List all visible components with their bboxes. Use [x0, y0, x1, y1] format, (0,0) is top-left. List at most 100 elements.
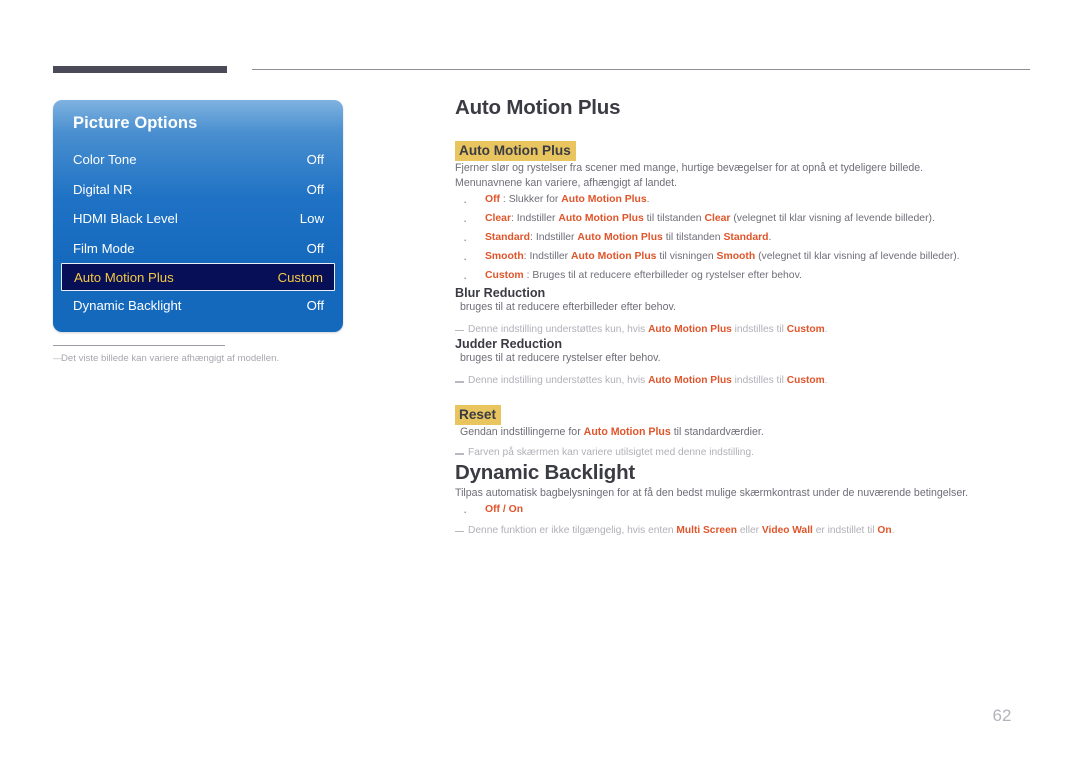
- note-emphasis-2: Custom: [786, 375, 825, 387]
- highlighted-setting-auto-motion-plus: Auto Motion Plus: [455, 140, 576, 161]
- note-text-c: er indstillet til: [812, 524, 878, 536]
- highlighted-setting-reset: Reset: [455, 405, 502, 426]
- amp-intro-line-2: Menunavnene kan variere, afhængigt af la…: [455, 176, 678, 189]
- osd-panel-title: Picture Options: [73, 114, 198, 132]
- option-sep: :: [500, 193, 509, 205]
- osd-row-color-tone[interactable]: Color Tone Off: [53, 145, 343, 175]
- osd-row-value: Custom: [277, 269, 323, 285]
- section-title-dynamic-backlight: Dynamic Backlight: [455, 461, 636, 485]
- subsection-title-blur-reduction: Blur Reduction: [455, 285, 546, 300]
- note-emphasis-1: Auto Motion Plus: [648, 323, 732, 335]
- osd-row-value: Off: [306, 181, 324, 197]
- option-text-c: (velegnet til klar visning af levende bi…: [755, 250, 960, 262]
- reset-text-b: til standardværdier.: [670, 426, 764, 439]
- osd-row-digital-nr[interactable]: Digital NR Off: [53, 175, 343, 205]
- amp-option-list: Off : Slukker for Auto Motion Plus. Clea…: [455, 190, 1035, 290]
- osd-row-film-mode[interactable]: Film Mode Off: [53, 234, 343, 264]
- note-text-b: eller: [736, 524, 762, 536]
- osd-row-label: HDMI Black Level: [73, 211, 178, 227]
- option-emphasis-1: Auto Motion Plus: [577, 231, 663, 243]
- osd-caption-rule: [53, 345, 225, 346]
- osd-row-value: Low: [299, 211, 324, 227]
- content-column: Auto Motion Plus Auto Motion Plus Fjerne…: [455, 96, 1035, 539]
- judder-reduction-note: Denne indstilling understøttes kun, hvis…: [455, 374, 1035, 389]
- section-title-auto-motion-plus: Auto Motion Plus: [455, 96, 621, 119]
- reset-text-a: Gendan indstillingerne for: [460, 426, 584, 439]
- option-emphasis-2: Smooth: [716, 250, 756, 262]
- note-text-c: .: [824, 323, 828, 335]
- option-term: Custom: [485, 269, 524, 281]
- osd-row-value: Off: [306, 152, 324, 168]
- list-item: Clear: Indstiller Auto Motion Plus til t…: [455, 209, 1035, 233]
- note-text-b: indstilles til: [731, 323, 787, 335]
- osd-caption: ―Det viste billede kan variere afhængigt…: [53, 353, 279, 364]
- note-text-a: Denne indstilling understøttes kun, hvis: [468, 375, 649, 387]
- option-text-a: Indstiller: [516, 212, 559, 224]
- osd-row-label: Color Tone: [73, 152, 137, 168]
- blur-reduction-note: Denne indstilling understøttes kun, hvis…: [455, 323, 1035, 338]
- list-item: Off : Slukker for Auto Motion Plus.: [455, 190, 1035, 214]
- osd-row-auto-motion-plus[interactable]: Auto Motion Plus Custom: [61, 263, 335, 291]
- option-term: Off / On: [485, 503, 524, 515]
- note-emphasis-1: Multi Screen: [676, 524, 737, 536]
- option-text-b: til visningen: [656, 250, 717, 262]
- list-item: Standard: Indstiller Auto Motion Plus ti…: [455, 228, 1035, 252]
- option-emphasis-2: Standard: [723, 231, 769, 243]
- note-text-a: Denne funktion er ikke tilgængelig, hvis…: [468, 524, 677, 536]
- reset-body: Gendan indstillingerne for Auto Motion P…: [455, 425, 1035, 440]
- note-text-d: .: [891, 524, 895, 536]
- note-emphasis-3: On: [877, 524, 892, 536]
- note-text-a: Denne indstilling understøttes kun, hvis: [468, 323, 649, 335]
- reset-emphasis: Auto Motion Plus: [583, 426, 671, 439]
- highlight-wrap-reset: Reset: [455, 405, 1035, 426]
- osd-row-label: Dynamic Backlight: [73, 298, 182, 314]
- option-text-b: .: [646, 193, 650, 205]
- dynamic-backlight-body: Tilpas automatisk bagbelysningen for at …: [455, 486, 969, 499]
- option-text-b: til tilstanden: [643, 212, 705, 224]
- option-term: Off: [485, 193, 501, 205]
- list-item: Custom : Bruges til at reducere efterbil…: [455, 266, 1035, 290]
- note-text: Farven på skærmen kan variere utilsigtet…: [468, 447, 754, 459]
- list-item: Smooth: Indstiller Auto Motion Plus til …: [455, 247, 1035, 271]
- note-emphasis-2: Custom: [786, 323, 825, 335]
- note-emphasis-2: Video Wall: [761, 524, 813, 536]
- option-text-a: Indstiller: [529, 250, 572, 262]
- osd-row-value: Off: [306, 240, 324, 256]
- option-emphasis-2: Clear: [704, 212, 731, 224]
- em-dash-marker: ―: [53, 353, 63, 364]
- option-term: Smooth: [485, 250, 524, 262]
- osd-row-hdmi-black-level[interactable]: HDMI Black Level Low: [53, 204, 343, 234]
- note-text-b: indstilles til: [731, 375, 787, 387]
- header-rule-line: [252, 69, 1030, 70]
- option-term: Standard: [485, 231, 531, 243]
- option-term: Clear: [485, 212, 511, 224]
- option-text-a: Slukker for: [508, 193, 562, 205]
- option-emphasis-1: Auto Motion Plus: [561, 193, 647, 205]
- option-text-c: (velegnet til klar visning af levende bi…: [730, 212, 935, 224]
- osd-row-dynamic-backlight[interactable]: Dynamic Backlight Off: [53, 291, 343, 321]
- option-text-c: .: [768, 231, 772, 243]
- judder-reduction-body: bruges til at reducere rystelser efter b…: [460, 352, 661, 365]
- header-accent-bar: [53, 66, 227, 73]
- option-text-a: Bruges til at reducere efterbilleder og …: [532, 269, 802, 281]
- osd-row-label: Film Mode: [73, 240, 135, 256]
- osd-row-label: Digital NR: [73, 181, 133, 197]
- subsection-title-judder-reduction: Judder Reduction: [455, 337, 563, 352]
- amp-intro-line-1: Fjerner slør og rystelser fra scener med…: [455, 161, 924, 174]
- note-text-c: .: [824, 375, 828, 387]
- list-item: Off / On: [455, 500, 1035, 524]
- page-number-wrap: 62: [0, 706, 1080, 726]
- manual-page: Picture Options Color Tone Off Digital N…: [0, 0, 1080, 763]
- highlight-wrap-auto-motion-plus: Auto Motion Plus: [455, 140, 1035, 161]
- option-emphasis-1: Auto Motion Plus: [571, 250, 657, 262]
- osd-menu-list: Color Tone Off Digital NR Off HDMI Black…: [53, 145, 343, 321]
- reset-note: Farven på skærmen kan variere utilsigtet…: [455, 446, 1035, 461]
- option-text-a: Indstiller: [535, 231, 578, 243]
- dynamic-backlight-note: Denne funktion er ikke tilgængelig, hvis…: [455, 524, 1035, 539]
- osd-panel-picture-options: Picture Options Color Tone Off Digital N…: [53, 100, 343, 332]
- option-text-b: til tilstanden: [662, 231, 724, 243]
- blur-reduction-body: bruges til at reducere efterbilleder eft…: [460, 300, 676, 313]
- osd-row-label: Auto Motion Plus: [74, 269, 174, 285]
- osd-row-value: Off: [306, 298, 324, 314]
- page-number: 62: [992, 706, 1012, 725]
